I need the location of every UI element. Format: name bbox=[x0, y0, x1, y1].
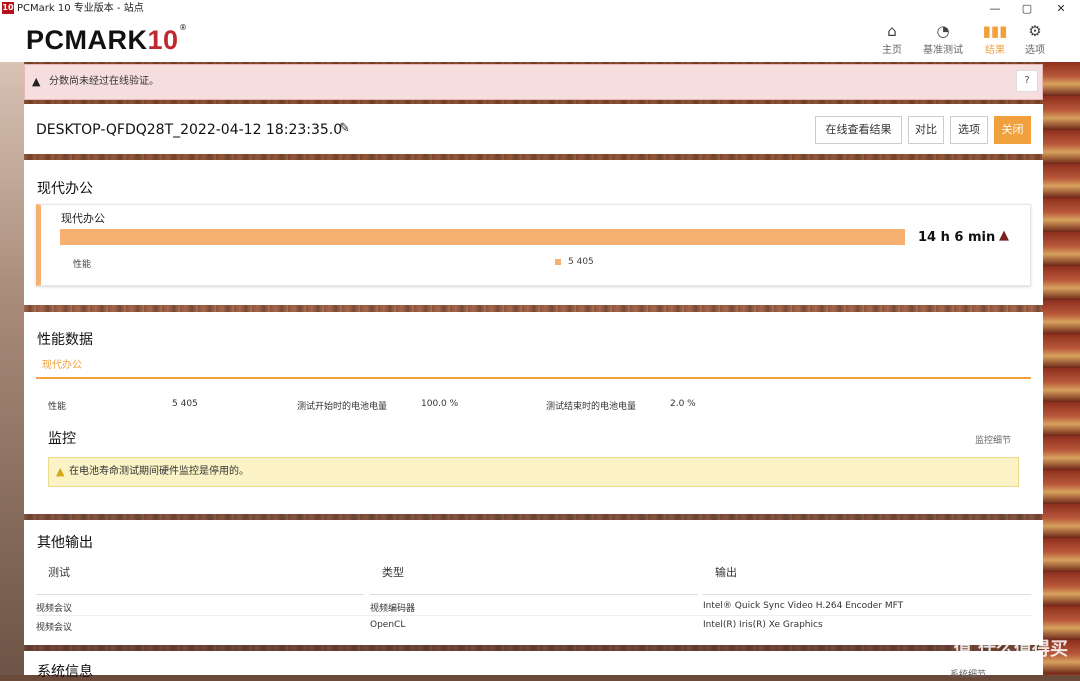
other-output-panel bbox=[24, 520, 1043, 645]
table-cell: 视频会议 bbox=[36, 623, 73, 633]
battery-life-bar bbox=[60, 229, 905, 245]
perf-row-value: 5 405 bbox=[172, 399, 198, 409]
summary-heading: 现代办公 bbox=[37, 181, 93, 197]
home-icon: ⌂ bbox=[887, 22, 897, 40]
background-right-strip bbox=[1042, 62, 1080, 675]
tab-underline bbox=[36, 377, 1031, 379]
gauge-icon: ◔ bbox=[936, 22, 950, 40]
app-header: PCMARK10 ® ⌂ 主页 ◔ 基准测试 ▮▮▮ 结果 ⚙ 选项 bbox=[0, 17, 1080, 62]
nav-benchmarks[interactable]: ◔ 基准测试 bbox=[917, 21, 969, 56]
table-cell: OpenCL bbox=[370, 620, 406, 630]
column-header-output: 输出 bbox=[715, 566, 737, 579]
battery-start-label: 测试开始时的电池电量 bbox=[297, 402, 388, 412]
table-cell: 视频会议 bbox=[36, 604, 73, 614]
system-info-heading: 系统信息 bbox=[37, 664, 93, 680]
result-title: DESKTOP-QFDQ28T_2022-04-12 18:23:35.0 bbox=[36, 122, 343, 138]
score-card: 现代办公 14 h 6 min ▲ 性能 5 405 bbox=[36, 204, 1031, 286]
window-title: PCMark 10 专业版本 - 站点 bbox=[17, 3, 144, 14]
watermark-text: 值 什么值得买 bbox=[953, 639, 1068, 660]
perf-value: 5 405 bbox=[568, 257, 594, 267]
perf-label: 性能 bbox=[73, 260, 92, 270]
row-divider bbox=[36, 615, 1031, 616]
validation-alert-text: 分数尚未经过在线验证。 bbox=[49, 76, 159, 87]
other-output-heading: 其他输出 bbox=[37, 535, 93, 551]
edit-pencil-icon[interactable]: ✎ bbox=[339, 121, 350, 136]
column-header-test: 测试 bbox=[48, 566, 70, 579]
validation-alert: ▲ 分数尚未经过在线验证。 ? bbox=[24, 64, 1043, 100]
column-header-type: 类型 bbox=[382, 566, 404, 579]
battery-start-value: 100.0 % bbox=[421, 399, 459, 409]
table-cell: Intel(R) Iris(R) Xe Graphics bbox=[703, 620, 823, 630]
minimize-button[interactable]: — bbox=[980, 0, 1010, 17]
monitor-heading: 监控 bbox=[48, 431, 76, 447]
table-cell: Intel® Quick Sync Video H.264 Encoder MF… bbox=[703, 601, 904, 611]
warning-triangle-icon: ▲ bbox=[999, 228, 1009, 243]
perf-data-heading: 性能数据 bbox=[37, 332, 93, 348]
background-left-strip bbox=[0, 62, 24, 675]
nav-options-label: 选项 bbox=[1025, 45, 1045, 56]
perf-row-label: 性能 bbox=[48, 402, 67, 412]
battery-life-value: 14 h 6 min bbox=[918, 230, 996, 245]
close-result-button[interactable]: 关闭 bbox=[994, 116, 1031, 144]
close-window-button[interactable]: ✕ bbox=[1046, 0, 1076, 17]
nav-results-label: 结果 bbox=[985, 45, 1005, 56]
table-divider bbox=[703, 594, 1031, 595]
view-online-button[interactable]: 在线查看结果 bbox=[815, 116, 902, 144]
battery-end-label: 测试结束时的电池电量 bbox=[546, 402, 637, 412]
battery-end-value: 2.0 % bbox=[670, 399, 696, 409]
table-divider bbox=[36, 594, 364, 595]
warning-icon: ▲ bbox=[32, 75, 41, 88]
help-button[interactable]: ? bbox=[1016, 70, 1038, 92]
score-card-title: 现代办公 bbox=[61, 212, 105, 225]
table-divider bbox=[370, 594, 698, 595]
warning-icon: ▲ bbox=[56, 465, 65, 478]
system-details-link[interactable]: 系统细节 bbox=[950, 667, 986, 680]
nav-home-label: 主页 bbox=[882, 45, 902, 56]
nav-options[interactable]: ⚙ 选项 bbox=[1012, 21, 1058, 56]
app-icon: 10 bbox=[2, 2, 14, 14]
compare-button[interactable]: 对比 bbox=[908, 116, 944, 144]
gear-icon: ⚙ bbox=[1028, 22, 1042, 40]
table-cell: 视频编码器 bbox=[370, 604, 416, 614]
system-info-panel bbox=[24, 651, 1043, 675]
monitor-notice-text: 在电池寿命测试期间硬件监控是停用的。 bbox=[69, 466, 249, 477]
legend-square-icon bbox=[555, 259, 561, 265]
tab-modern-office[interactable]: 现代办公 bbox=[42, 356, 82, 371]
options-button[interactable]: 选项 bbox=[950, 116, 988, 144]
nav-benchmarks-label: 基准测试 bbox=[923, 45, 963, 56]
nav-home[interactable]: ⌂ 主页 bbox=[869, 21, 915, 56]
monitor-notice: ▲ 在电池寿命测试期间硬件监控是停用的。 bbox=[48, 457, 1019, 487]
window-titlebar: 10 PCMark 10 专业版本 - 站点 — ▢ ✕ bbox=[0, 0, 1080, 17]
monitor-details-link[interactable]: 监控细节 bbox=[975, 433, 1011, 446]
maximize-button[interactable]: ▢ bbox=[1012, 0, 1042, 17]
pcmark-logo: PCMARK10 ® bbox=[26, 23, 187, 55]
